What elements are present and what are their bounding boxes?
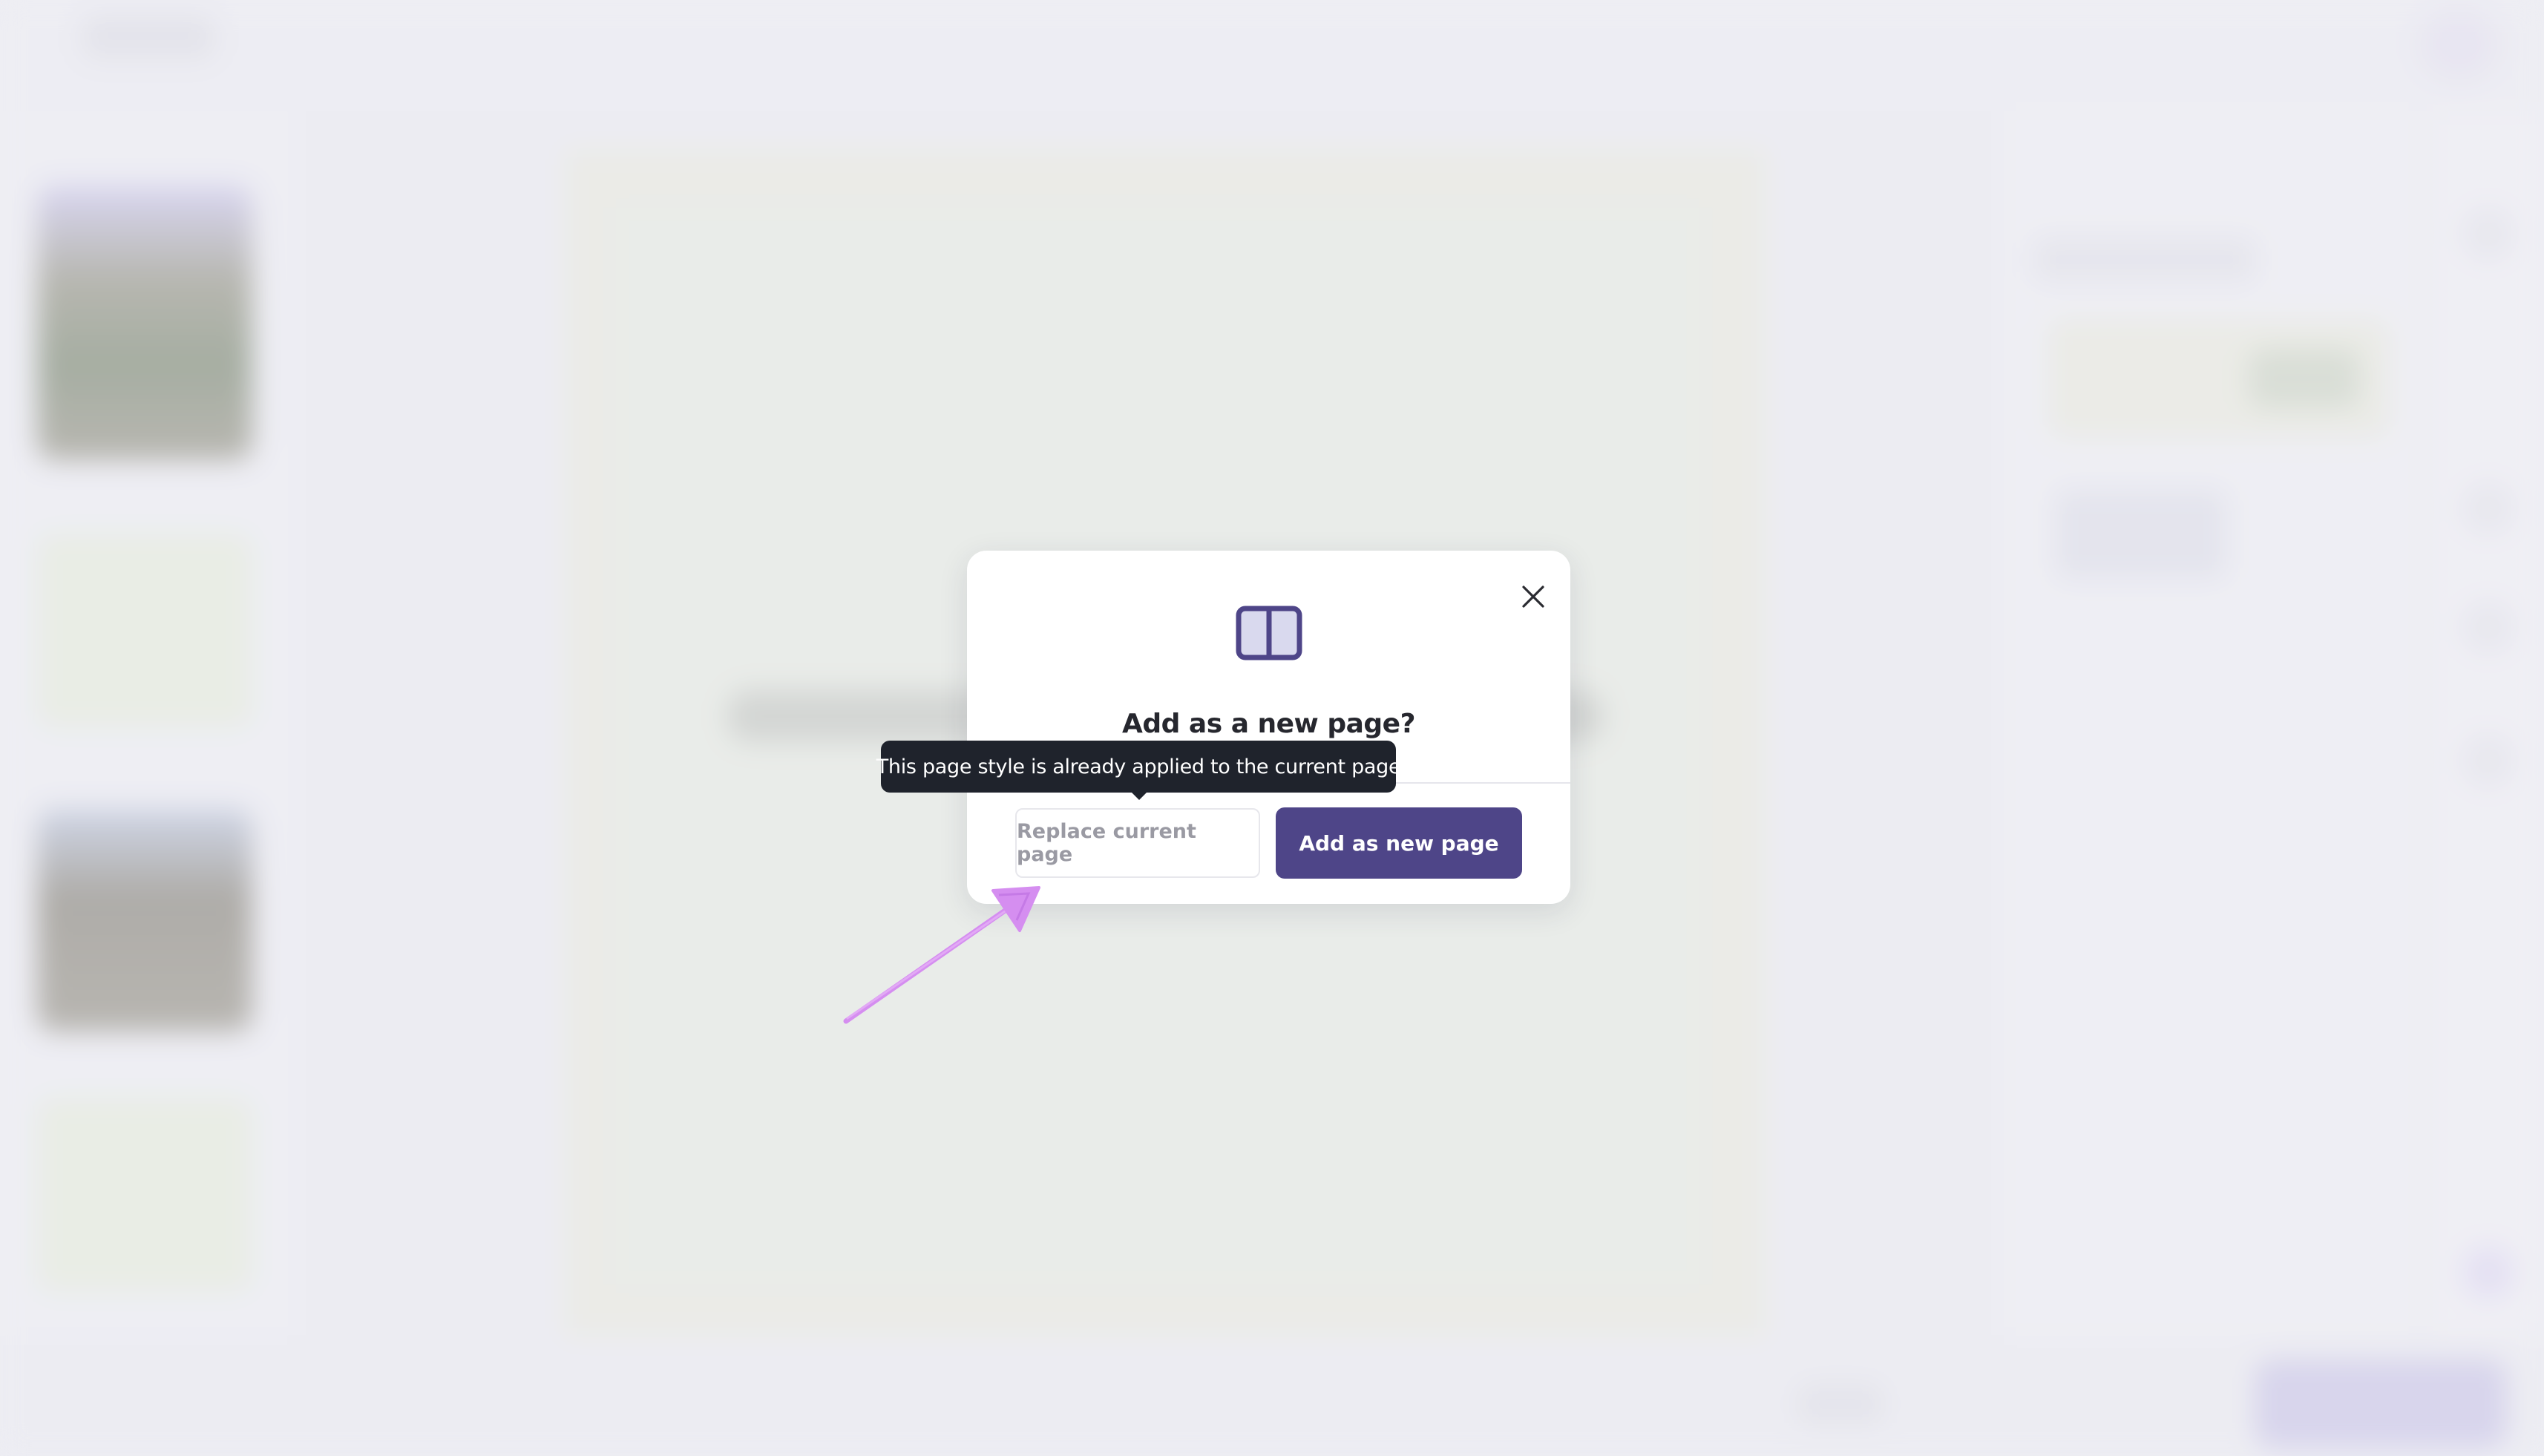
- close-button[interactable]: [1512, 575, 1555, 618]
- add-page-dialog: Add as a new page? Replace current page …: [967, 551, 1570, 904]
- close-icon: [1522, 586, 1544, 608]
- two-column-layout-icon: [1236, 606, 1302, 660]
- disabled-reason-tooltip: This page style is already applied to th…: [876, 741, 1401, 793]
- tooltip-pointer: [1130, 791, 1148, 800]
- replace-current-page-button[interactable]: Replace current page: [1015, 808, 1260, 878]
- add-as-new-page-button[interactable]: Add as new page: [1276, 807, 1522, 879]
- annotation-arrow-icon: [843, 886, 1040, 1024]
- dialog-title: Add as a new page?: [1122, 709, 1415, 739]
